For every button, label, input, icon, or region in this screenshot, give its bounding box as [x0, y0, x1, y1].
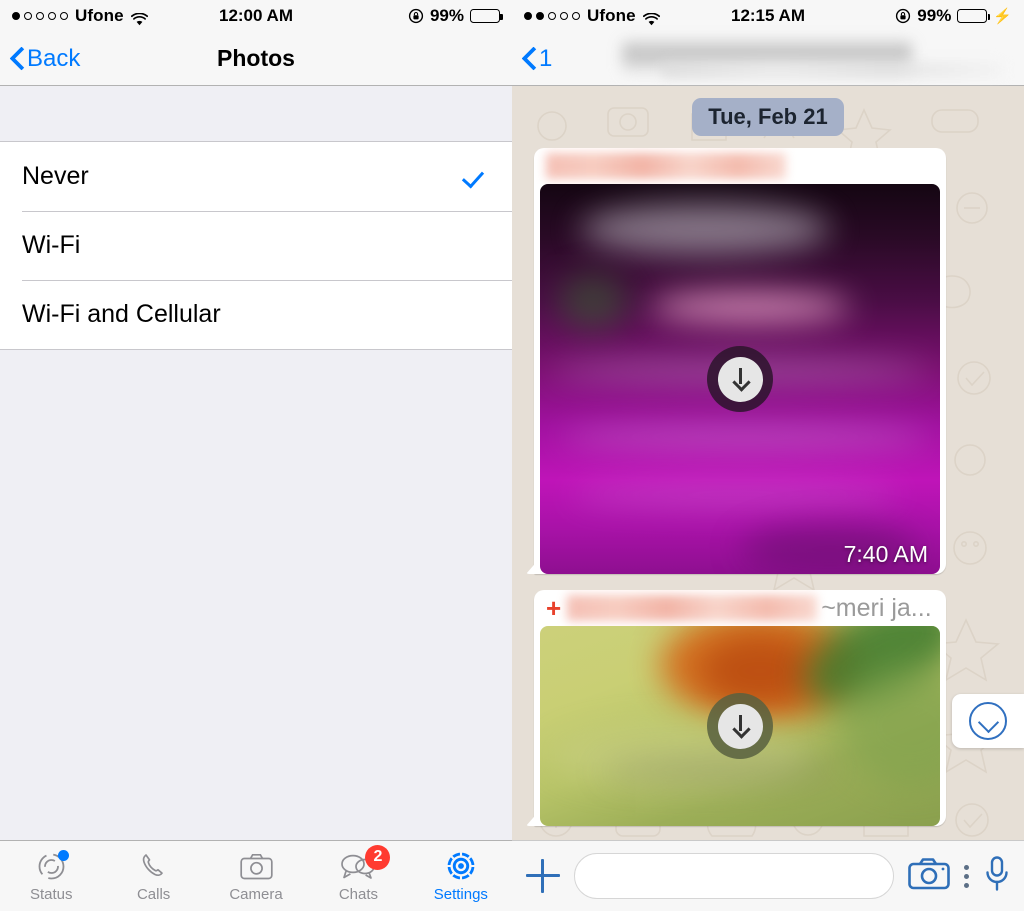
status-bar-right-group: 99% ⚡: [895, 6, 1012, 26]
signal-strength-icon: [524, 12, 580, 20]
chevron-left-icon: [10, 46, 25, 72]
message-image-placeholder[interactable]: [540, 626, 940, 826]
tab-label: Camera: [229, 885, 283, 903]
rotation-lock-icon: [408, 8, 424, 24]
chats-badge: 2: [365, 844, 391, 870]
option-label: Wi-Fi and Cellular: [22, 300, 221, 328]
phone-icon: [139, 850, 169, 883]
status-unread-dot: [57, 849, 69, 861]
carrier-name: Ufone: [75, 6, 124, 25]
battery-percent: 99%: [429, 6, 464, 25]
sender-name-redacted: [546, 153, 786, 179]
wifi-icon: [642, 10, 660, 25]
microphone-icon[interactable]: [984, 855, 1010, 897]
tab-camera[interactable]: Camera: [205, 841, 307, 911]
circle-chevron-down-icon: [969, 702, 1007, 740]
left-phone-panel: Ufone 12:00 AM 99% Back Photos Never Wi-…: [0, 0, 512, 911]
carrier-name: Ufone: [587, 6, 636, 25]
download-media-button[interactable]: [707, 346, 773, 412]
message-bubble[interactable]: + ~meri ja...: [534, 590, 946, 826]
tab-calls[interactable]: Calls: [102, 841, 204, 911]
chat-message-list[interactable]: Tue, Feb 21 7:40 AM + ~meri ja...: [512, 86, 1024, 840]
checkmark-icon: [464, 164, 490, 190]
nav-bar-right: 1: [512, 32, 1024, 86]
download-arrow-icon: [717, 356, 763, 402]
section-gap: [0, 86, 512, 141]
chat-bubbles-icon: 2: [340, 844, 391, 883]
chat-subtitle-redacted: [662, 62, 1002, 78]
message-composer: [512, 840, 1024, 911]
tab-bar: Status Calls Camera 2 Chats Settings: [0, 840, 512, 911]
vertical-dots-icon[interactable]: [964, 864, 970, 888]
signal-strength-icon: [12, 12, 68, 20]
message-timestamp: 7:40 AM: [843, 541, 928, 567]
option-row-wifi[interactable]: Wi-Fi: [0, 211, 512, 280]
chevron-left-icon: [522, 46, 537, 72]
status-bar-right-group: 99%: [408, 6, 503, 26]
message-sender-line: + ~meri ja...: [534, 590, 946, 626]
tab-label: Settings: [433, 885, 488, 903]
back-button[interactable]: Back: [10, 45, 80, 73]
tab-settings[interactable]: Settings: [410, 841, 512, 911]
nav-bar-left: Back Photos: [0, 32, 512, 86]
tab-label: Calls: [136, 885, 171, 903]
right-phone-panel: Ufone 12:15 AM 99% ⚡ 1 Tue, Feb 21 7:40 …: [512, 0, 1024, 911]
chat-content: Tue, Feb 21 7:40 AM + ~meri ja...: [512, 86, 1024, 826]
camera-icon[interactable]: [908, 857, 950, 895]
date-separator-wrap: Tue, Feb 21: [512, 98, 1024, 136]
back-button[interactable]: 1: [522, 45, 552, 73]
download-arrow-icon: [717, 703, 763, 749]
tab-status[interactable]: Status: [0, 841, 102, 911]
tab-label: Chats: [338, 885, 379, 903]
message-image-placeholder[interactable]: 7:40 AM: [540, 184, 940, 574]
camera-icon: [239, 850, 273, 883]
wifi-icon: [130, 10, 148, 25]
option-label: Never: [22, 162, 89, 190]
battery-icon: [957, 9, 991, 23]
lightning-bolt-icon: ⚡: [993, 7, 1012, 25]
date-separator: Tue, Feb 21: [692, 98, 844, 136]
download-media-button[interactable]: [707, 693, 773, 759]
screenshot-root: Ufone 12:00 AM 99% Back Photos Never Wi-…: [0, 0, 1024, 911]
status-bar-left: Ufone 12:00 AM 99%: [0, 0, 512, 32]
option-row-wifi-and-cellular[interactable]: Wi-Fi and Cellular: [0, 280, 512, 349]
option-label: Wi-Fi: [22, 231, 81, 259]
message-bubble[interactable]: 7:40 AM: [534, 148, 946, 574]
scroll-to-bottom-button[interactable]: [952, 694, 1024, 748]
option-row-never[interactable]: Never: [0, 142, 512, 211]
phone-plus-prefix: +: [546, 593, 562, 623]
battery-percent: 99%: [917, 6, 952, 25]
auto-download-options-list: Never Wi-Fi Wi-Fi and Cellular: [0, 141, 512, 350]
status-ring-icon: [36, 849, 69, 883]
battery-icon: [470, 9, 503, 23]
attach-plus-icon[interactable]: [526, 859, 560, 893]
message-sender-line: [534, 148, 946, 184]
status-bar-left-group: Ufone: [12, 6, 148, 26]
sender-number-redacted: [567, 595, 818, 621]
message-input[interactable]: [574, 853, 894, 899]
rotation-lock-icon: [895, 8, 911, 24]
back-button-label: Back: [27, 44, 81, 72]
status-bar-left-group: Ufone: [524, 6, 660, 26]
sender-push-name: ~meri ja...: [821, 593, 932, 622]
tab-chats[interactable]: 2 Chats: [307, 841, 409, 911]
tab-label: Status: [29, 885, 73, 903]
gear-icon: [445, 850, 477, 883]
empty-area: [0, 350, 512, 840]
status-bar-right: Ufone 12:15 AM 99% ⚡: [512, 0, 1024, 32]
